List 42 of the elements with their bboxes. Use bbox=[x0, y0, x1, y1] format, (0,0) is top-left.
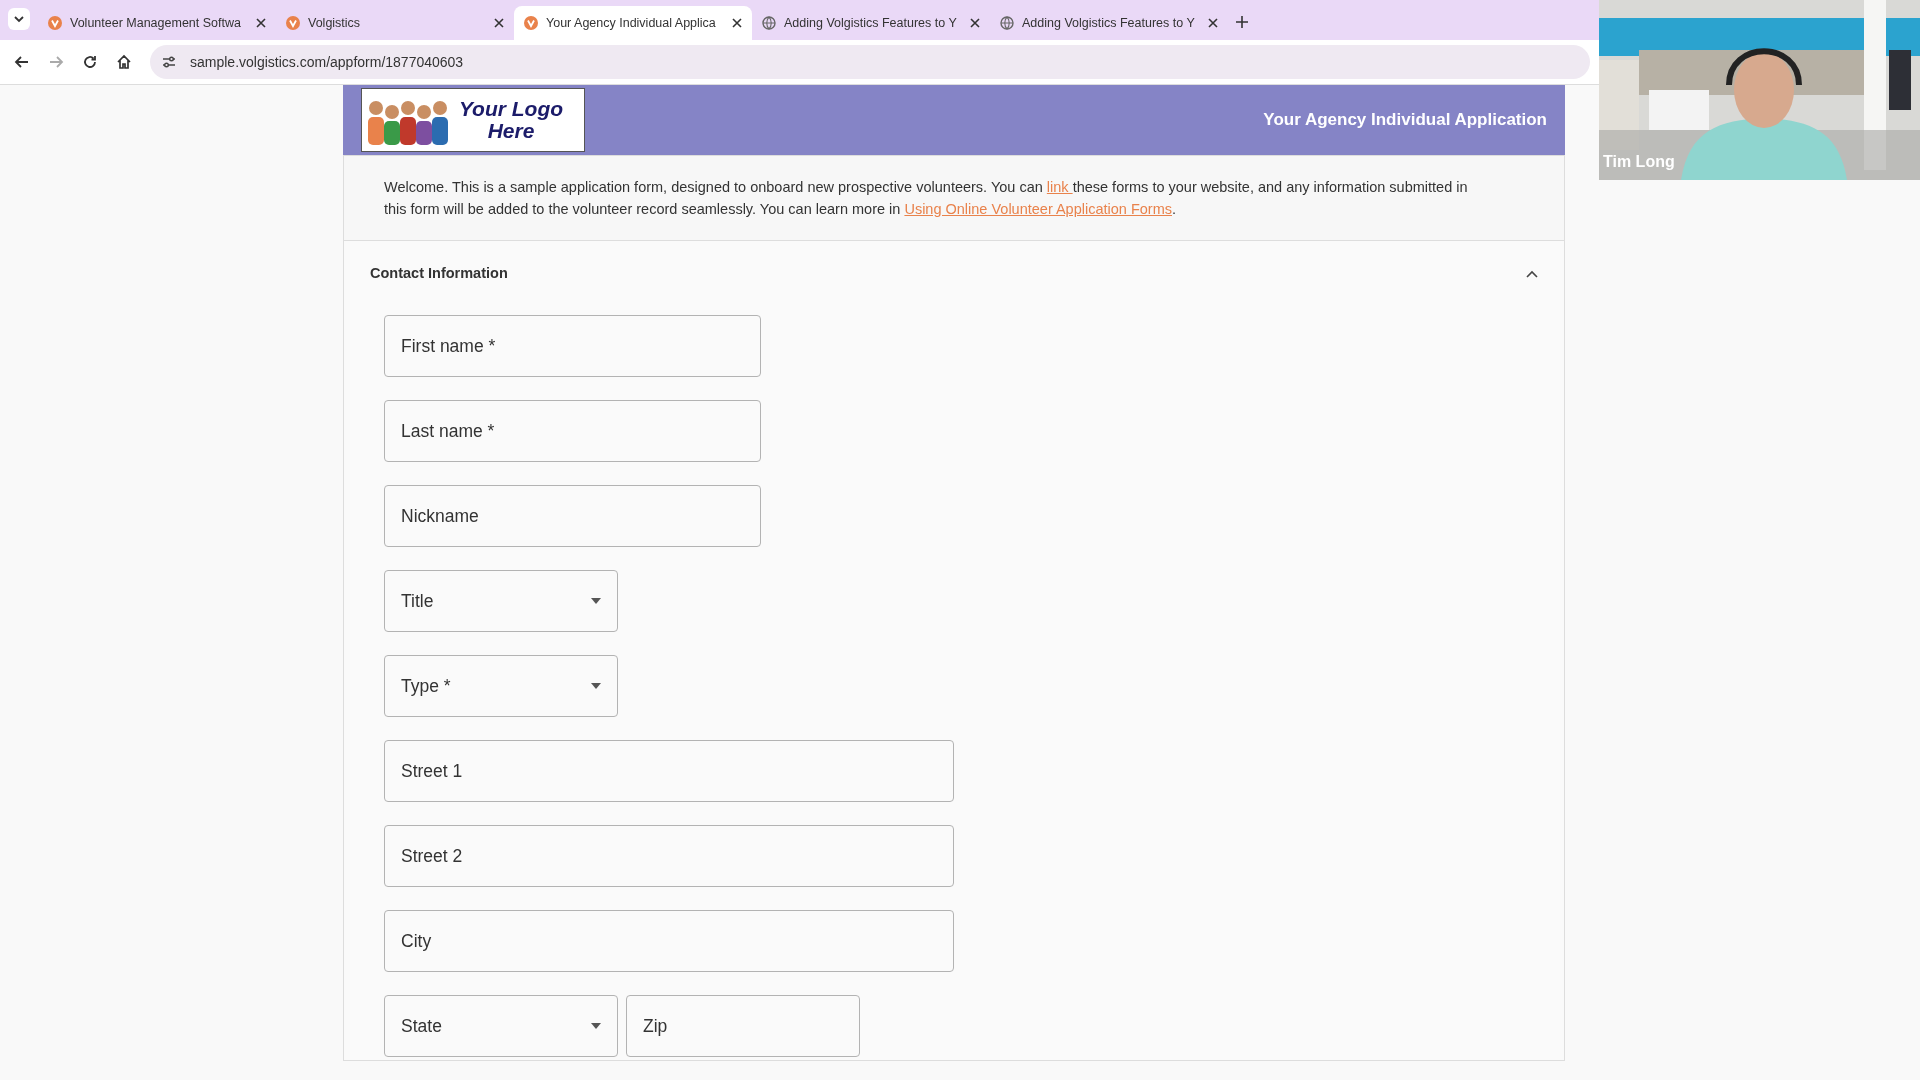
logo-text: Your Logo Here bbox=[457, 97, 565, 143]
participant-name: Tim Long bbox=[1603, 152, 1675, 172]
brand-logo-icon bbox=[48, 16, 62, 30]
close-icon[interactable] bbox=[494, 18, 504, 28]
globe-icon bbox=[762, 16, 776, 30]
close-icon[interactable] bbox=[970, 18, 980, 28]
home-icon[interactable] bbox=[116, 54, 132, 70]
chevron-down-icon bbox=[13, 13, 25, 25]
input-field[interactable]: First name * bbox=[384, 314, 761, 377]
select-field[interactable]: Title bbox=[384, 569, 618, 632]
address-bar[interactable]: sample.volgistics.com/appform/1877040603 bbox=[150, 45, 1590, 79]
new-tab-icon[interactable] bbox=[1236, 16, 1248, 28]
input-field[interactable]: Zip bbox=[626, 994, 860, 1057]
section-title: Contact Information bbox=[370, 264, 508, 283]
close-icon[interactable] bbox=[732, 18, 742, 28]
input-field[interactable]: Last name * bbox=[384, 399, 761, 462]
page-title: Your Agency Individual Application bbox=[1263, 109, 1547, 132]
tab-list-button[interactable] bbox=[8, 8, 30, 30]
welcome-text: Welcome. This is a sample application form, designed to onboard new prospective volunteers. You can link these forms to your website, and any information submitted in this form will be added to the volunteer record seamlessly. You can learn more in Using Online Volunteer Application Forms. bbox=[384, 178, 1469, 219]
collapse-icon[interactable] bbox=[1526, 269, 1538, 278]
reload-icon[interactable] bbox=[82, 54, 98, 70]
close-icon[interactable] bbox=[256, 18, 266, 28]
input-field[interactable]: Street 2 bbox=[384, 824, 954, 887]
close-icon[interactable] bbox=[1208, 18, 1218, 28]
input-field[interactable]: Street 1 bbox=[384, 739, 954, 802]
dropdown-caret-icon bbox=[591, 1022, 601, 1029]
site-settings-icon[interactable] bbox=[162, 55, 176, 69]
browser-tab[interactable]: Adding Volgistics Features to Y bbox=[990, 6, 1228, 40]
back-icon[interactable] bbox=[14, 54, 30, 70]
input-field[interactable]: Nickname bbox=[384, 484, 761, 547]
browser-tab[interactable]: Your Agency Individual Applica bbox=[514, 6, 752, 40]
globe-icon bbox=[1000, 16, 1014, 30]
select-field[interactable]: Type * bbox=[384, 654, 618, 717]
dropdown-caret-icon bbox=[591, 682, 601, 689]
browser-tab[interactable]: Adding Volgistics Features to Y bbox=[752, 6, 990, 40]
brand-logo-icon bbox=[286, 16, 300, 30]
brand-logo-icon bbox=[524, 16, 538, 30]
browser-tab[interactable]: Volgistics bbox=[276, 6, 514, 40]
browser-tab[interactable]: Volunteer Management Softwa bbox=[38, 6, 276, 40]
select-field[interactable]: State bbox=[384, 994, 618, 1057]
input-field[interactable]: City bbox=[384, 909, 954, 972]
dropdown-caret-icon bbox=[591, 597, 601, 604]
